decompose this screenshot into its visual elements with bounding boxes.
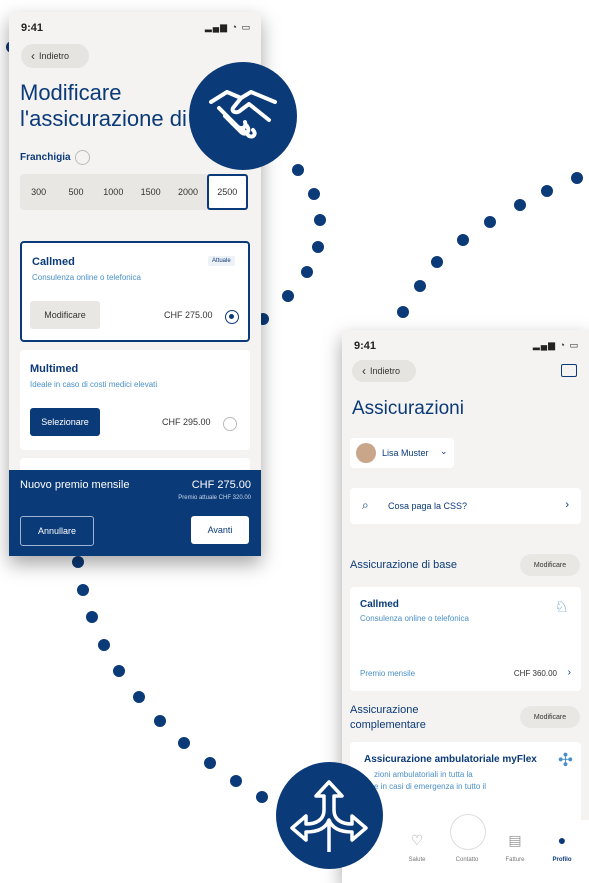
chevron-right-icon: › [565,499,569,511]
nav-health[interactable]: Salute [397,857,437,863]
directions-arrows-icon [276,762,383,869]
nav-profile[interactable]: Profilo [542,857,582,863]
chat-icon[interactable] [450,814,486,850]
plan-subtitle: Consulenza online o telefonica [360,614,469,623]
profile-icon: ● [557,832,567,848]
franchise-selector: 300 500 1000 1500 2000 2500 [20,174,248,210]
new-premium-value: CHF 275.00 [191,479,251,491]
nav-contact[interactable]: Contatto [447,857,487,863]
select-button[interactable]: Selezionare [30,408,100,436]
cancel-button[interactable]: Annullare [20,516,94,546]
current-badge: Attuale [208,256,235,266]
franchise-option-1500[interactable]: 1500 [132,174,169,210]
back-button[interactable]: ‹ Indietro [21,44,89,68]
handshake-icon [189,62,297,170]
back-label: Indietro [370,366,401,376]
franchise-option-1000[interactable]: 1000 [95,174,132,210]
title-line-1: Modificare [20,80,122,105]
plan-price: CHF 295.00 [162,417,211,427]
franchise-option-2000[interactable]: 2000 [169,174,206,210]
plan-title: Callmed [32,256,75,268]
modify-supp-button[interactable]: Modificare [520,706,580,728]
directions-icon-svg [290,780,368,852]
status-icons: ▂▄▆ ◔ ▭ [532,340,579,350]
franchise-option-300[interactable]: 300 [20,174,57,210]
chevron-left-icon: ‹ [31,49,35,63]
plan-title: Multimed [30,363,79,375]
status-icons: ▂▄▆ ◔ ▭ [204,22,251,32]
new-premium-label: Nuovo premio mensile [20,479,130,491]
plan-radio-selected[interactable] [225,310,239,324]
invoice-icon: ▤ [508,832,522,848]
supp-title-line-2: complementare [350,719,426,732]
back-label: Indietro [39,51,70,61]
user-name: Lisa Muster [382,448,429,458]
plan-title: Assicurazione ambulatoriale myFlex [364,754,537,765]
supp-title-line-1: Assicurazione [350,704,419,716]
status-time: 9:41 [21,22,44,34]
franchise-option-500[interactable]: 500 [57,174,94,210]
plan-price: CHF 275.00 [164,310,213,320]
info-icon[interactable] [74,150,90,165]
franchise-label-text: Franchigia [20,152,71,164]
plan-card-multimed[interactable]: Multimed Ideale in caso di costi medici … [20,350,250,450]
status-time: 9:41 [354,340,377,352]
handshake-icon-svg [209,90,277,139]
page-title: Assicurazioni [352,398,464,419]
next-button[interactable]: Avanti [191,516,249,544]
plan-title: Callmed [360,599,399,610]
doctor-headset-icon: ♘ [554,599,569,616]
base-section-title: Assicurazione di base [350,559,458,571]
plan-radio[interactable] [223,417,237,431]
title-line-2: l'assicurazione di [20,106,187,132]
modify-button[interactable]: Modificare [30,301,100,329]
premium-summary-bar: Nuovo premio mensile CHF 275.00 Premio a… [9,470,261,556]
modify-base-button[interactable]: Modificare [520,554,580,576]
faq-text: Cosa paga la CSS? [388,501,468,511]
plan-card-callmed[interactable]: Callmed Consulenza online o telefonica A… [20,241,250,342]
card-icon[interactable] [561,364,577,377]
chevron-down-icon: ⌄ [440,446,448,456]
plan-subtitle: Consulenza online o telefonica [32,273,141,282]
faq-card[interactable]: ⌕ Cosa paga la CSS? › [350,488,581,524]
page-title: Modificare l'assicurazione di [20,80,187,133]
franchise-option-2500[interactable]: 2500 [206,174,248,210]
user-switcher[interactable]: Lisa Muster ⌄ [350,438,454,468]
base-plan-card[interactable]: Callmed Consulenza online o telefonica ♘… [350,587,581,691]
nav-invoices[interactable]: Fatture [495,857,535,863]
plan-subtitle: Ideale in caso di costi medici elevati [30,380,158,389]
current-premium: Premio attuale CHF 320.00 [178,495,251,501]
plan-desc-2: e in casi di emergenza in tutto il [374,782,487,791]
supp-section-title: Assicurazione complementare [350,703,426,734]
search-icon: ⌕ [362,498,369,512]
supp-plan-card[interactable]: Assicurazione ambulatoriale myFlex zioni… [350,742,581,822]
heart-icon: ♡ [410,832,424,848]
chevron-right-icon: › [567,667,571,678]
franchise-label: Franchigia [20,150,90,165]
dna-icon: ✣ [557,750,573,770]
premium-value: CHF 360.00 [513,669,557,678]
plan-desc-1: zioni ambulatoriali in tutta la [374,770,473,779]
chevron-left-icon: ‹ [362,364,366,378]
premium-label: Premio mensile [360,669,416,678]
avatar [356,443,376,463]
back-button[interactable]: ‹ Indietro [352,360,416,382]
